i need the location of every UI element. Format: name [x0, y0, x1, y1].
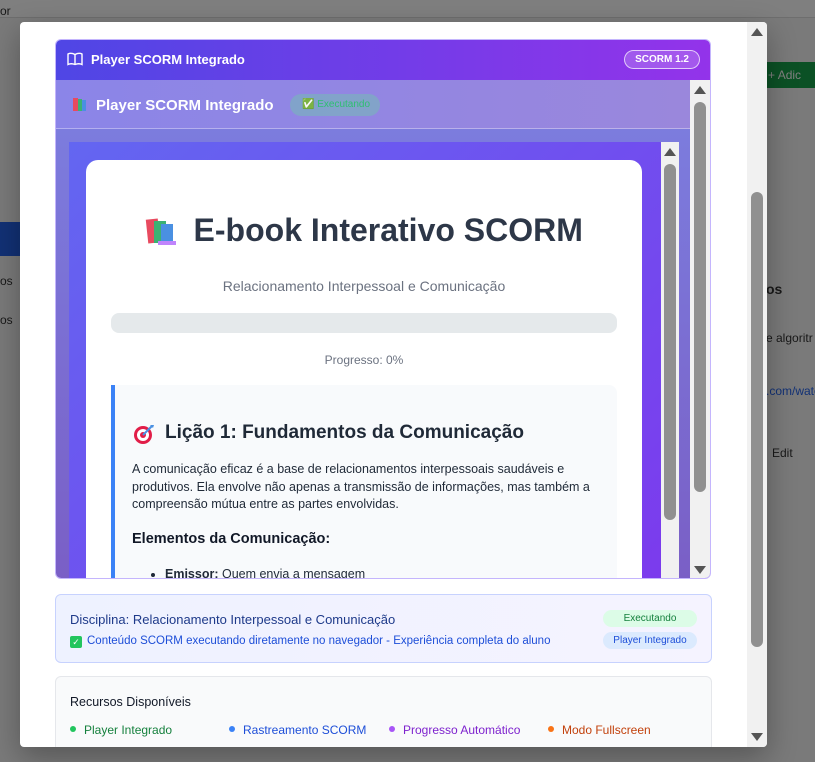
resources-card: Recursos Disponíveis Player Integrado Ra…: [55, 676, 712, 747]
resource-item: Player Integrado: [70, 723, 172, 737]
scroll-up-arrow-icon[interactable]: [694, 86, 706, 94]
scorm-version-badge: SCORM 1.2: [624, 50, 700, 69]
resources-heading: Recursos Disponíveis: [70, 695, 191, 709]
scrollbar-thumb[interactable]: [664, 164, 676, 520]
ebook-frame: E-book Interativo SCORM Relacionamento I…: [69, 142, 679, 578]
ebook-title: E-book Interativo SCORM: [193, 212, 583, 248]
status-badge: ✅ Executando: [290, 94, 381, 116]
scrollbar-thumb[interactable]: [694, 102, 706, 492]
dot-icon: [389, 726, 395, 732]
modal-content: Player SCORM Integrado SCORM 1.2 Player …: [20, 22, 747, 747]
ebook-title-row: E-book Interativo SCORM: [86, 212, 642, 249]
scrollbar-thumb[interactable]: [751, 192, 763, 647]
discipline-name: Disciplina: Relacionamento Interpessoal …: [70, 612, 396, 627]
lesson-title: Lição 1: Fundamentos da Comunicação: [165, 422, 524, 443]
resource-item: Modo Fullscreen: [548, 723, 651, 737]
progress-label: Progresso: 0%: [324, 353, 404, 367]
player-iframe[interactable]: Player SCORM Integrado ✅ Executando E-bo…: [56, 80, 710, 578]
book-open-icon: [67, 52, 83, 66]
status-badge: Executando: [603, 610, 697, 627]
resource-item: Rastreamento SCORM: [229, 723, 366, 737]
inner-player-header: Player SCORM Integrado ✅ Executando: [56, 80, 692, 129]
player-title: Player SCORM Integrado: [91, 52, 245, 67]
lesson-card: Lição 1: Fundamentos da Comunicação A co…: [111, 385, 617, 578]
resource-item: Progresso Automático: [389, 723, 520, 737]
scroll-up-arrow-icon[interactable]: [664, 148, 676, 156]
dot-icon: [548, 726, 554, 732]
list-item: Emissor: Quem envia a mensagem: [165, 567, 365, 578]
lesson-body: A comunicação eficaz é a base de relacio…: [132, 462, 590, 511]
inner-scrollbar[interactable]: [661, 142, 679, 578]
books-icon: [73, 98, 86, 111]
scroll-down-arrow-icon[interactable]: [751, 733, 763, 741]
ebook-content: E-book Interativo SCORM Relacionamento I…: [86, 160, 642, 578]
scorm-modal: Player SCORM Integrado SCORM 1.2 Player …: [20, 22, 767, 747]
ebook-subtitle: Relacionamento Interpessoal e Comunicaçã…: [222, 278, 506, 294]
lesson-section-heading: Elementos da Comunicação:: [132, 531, 331, 547]
scorm-player-card: Player SCORM Integrado SCORM 1.2 Player …: [55, 39, 711, 579]
player-badge: Player Integrado: [603, 632, 697, 649]
player-header: Player SCORM Integrado SCORM 1.2: [56, 40, 710, 80]
scroll-down-arrow-icon[interactable]: [694, 566, 706, 574]
target-icon: [134, 425, 154, 444]
dot-icon: [229, 726, 235, 732]
progress-bar: [111, 313, 617, 333]
dot-icon: [70, 726, 76, 732]
inner-player-title: Player SCORM Integrado: [96, 97, 274, 114]
check-icon: ✓: [70, 636, 82, 648]
discipline-description: ✓ Conteúdo SCORM executando diretamente n…: [70, 635, 550, 648]
lesson-list: Emissor: Quem envia a mensagem: [165, 567, 365, 578]
scroll-up-arrow-icon[interactable]: [751, 28, 763, 36]
player-scrollbar[interactable]: [690, 80, 710, 578]
books-icon: [145, 217, 177, 245]
check-icon: ✅: [302, 99, 318, 110]
modal-scrollbar[interactable]: [747, 22, 767, 747]
discipline-card: Disciplina: Relacionamento Interpessoal …: [55, 594, 712, 663]
